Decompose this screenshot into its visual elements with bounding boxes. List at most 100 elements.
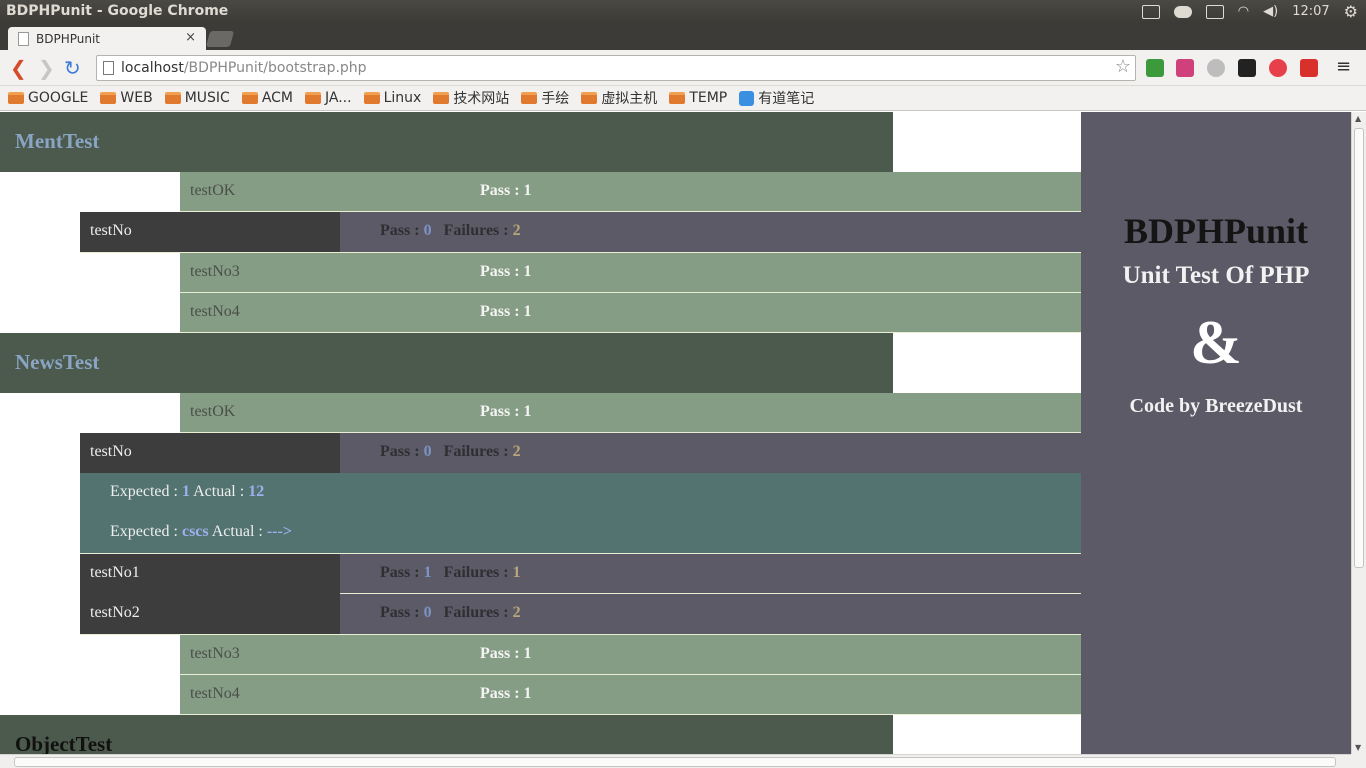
test-name: testNo4 [190,303,240,320]
failures-label: Failures : [443,564,513,581]
address-bar[interactable]: localhost/BDPHPunit/bootstrap.php ☆ [96,55,1136,81]
test-row-fail: testNo Pass : 0 Failures : 2 [80,212,1081,253]
scroll-thumb[interactable] [1354,128,1364,568]
bookmark-label: WEB [120,90,153,106]
extension-icon[interactable] [1146,59,1164,77]
new-tab-button[interactable] [205,31,235,47]
bookmark-label: MUSIC [184,90,230,106]
page-content: MentTest testOK Pass : 1 testNo Pass : 0… [0,112,1351,754]
bookmark-label: JA... [325,90,352,106]
tab-strip: BDPHPunit × [0,24,1366,51]
bookmark-folder[interactable]: JA... [305,90,352,106]
horizontal-scrollbar[interactable] [0,754,1351,768]
tab-bdphpunit[interactable]: BDPHPunit × [8,27,206,51]
test-row-fail: testNo1 Pass : 1 Failures : 1 [80,553,1081,594]
failure-count: 1 [512,564,521,581]
test-row-pass: testOK Pass : 1 [180,172,1081,212]
battery-icon[interactable] [1205,4,1224,19]
suite-title: NewsTest [15,350,100,374]
bookmark-label: 虚拟主机 [601,91,658,107]
test-status: Pass : 1 [480,403,532,420]
scroll-down-icon[interactable]: ▼ [1355,743,1361,752]
test-status: Pass : 1 [480,645,532,662]
bookmark-label: 有道笔记 [758,91,815,107]
keyboard-icon[interactable] [1141,4,1160,19]
cloud-icon[interactable] [1173,5,1192,18]
test-name: testNo4 [190,685,240,702]
note-icon [739,90,755,106]
forward-icon[interactable]: ❯ [38,56,55,80]
pass-label: Pass : [380,443,424,460]
test-row-pass: testNo4 Pass : 1 [180,293,1081,333]
test-name: testNo1 [80,554,340,594]
bookmark-youdao[interactable]: 有道笔记 [739,88,814,108]
expected-value: 1 [181,483,190,500]
test-row-pass: testNo3 Pass : 1 [180,253,1081,293]
pass-count: 0 [423,443,432,460]
folder-icon [164,92,181,104]
author-credit: Code by BreezeDust [1129,395,1303,417]
assertion-line: Expected : 1 Actual : 12 [110,473,1081,513]
bookmark-folder[interactable]: WEB [100,90,153,106]
test-row-pass: testOK Pass : 1 [180,393,1081,433]
bookmark-label: 手绘 [541,91,570,107]
bookmark-folder[interactable]: Linux [363,90,421,106]
folder-icon [669,92,686,104]
vertical-scrollbar[interactable]: ▲ ▼ [1351,112,1366,754]
scroll-up-icon[interactable]: ▲ [1355,114,1361,123]
test-name: testOK [190,403,236,420]
suite-title: MentTest [15,129,100,153]
test-status: Pass : 0 Failures : 2 [380,222,521,240]
back-icon[interactable]: ❮ [10,56,27,80]
bookmark-folder[interactable]: 手绘 [521,88,569,108]
volume-icon[interactable]: ◀) [1263,4,1278,19]
test-status: Pass : 1 [480,263,532,280]
failures-label: Failures : [443,604,513,621]
globe-icon[interactable] [1207,59,1225,77]
tv-icon[interactable] [1238,59,1256,77]
clock[interactable]: 12:07 [1292,4,1329,19]
ampersand: & [1190,309,1242,377]
pass-label: Pass : [380,222,424,239]
extension-icon[interactable] [1269,59,1287,77]
pass-count: 0 [423,222,432,239]
suite-title: ObjectTest [15,732,113,754]
folder-icon [241,92,258,104]
browser-toolbar: ❮ ❯ ↻ localhost/BDPHPunit/bootstrap.php … [0,50,1366,86]
extension-icon[interactable] [1176,59,1194,77]
scroll-thumb[interactable] [14,757,1336,767]
actual-label: Actual : [189,483,249,500]
fe-icon[interactable] [1300,59,1318,77]
test-name: testNo2 [80,594,340,634]
failures-label: Failures : [443,222,513,239]
bookmark-folder[interactable]: GOOGLE [8,90,88,106]
failure-detail: Expected : 1 Actual : 12 Expected : cscs… [80,473,1081,553]
bookmark-folder[interactable]: 虚拟主机 [581,88,657,108]
gear-icon[interactable]: ⚙ [1344,2,1358,21]
test-row-fail: testNo Pass : 0 Failures : 2 [80,433,1081,473]
star-icon[interactable]: ☆ [1115,56,1131,77]
actual-value: ---> [266,523,292,540]
expected-value: cscs [181,523,209,540]
test-status: Pass : 0 Failures : 2 [380,443,521,461]
test-status: Pass : 1 [480,685,532,702]
wifi-icon[interactable]: ◠ [1238,4,1249,19]
bookmark-label: 技术网站 [453,91,510,107]
bookmark-folder[interactable]: MUSIC [164,90,230,106]
suite-header: NewsTest [0,333,893,393]
assertion-line: Expected : cscs Actual : ---> [110,513,1081,553]
folder-icon [433,92,450,104]
close-icon[interactable]: × [185,30,196,45]
reload-icon[interactable]: ↻ [64,56,81,80]
bookmark-folder[interactable]: ACM [241,90,293,106]
menu-icon[interactable]: ≡ [1336,56,1351,77]
folder-icon [8,92,24,104]
expected-label: Expected : [110,483,182,500]
test-status: Pass : 1 [480,303,532,320]
test-name: testOK [190,182,236,199]
test-name: testNo [80,212,340,252]
suite-header: MentTest [0,112,893,172]
bookmark-folder[interactable]: 技术网站 [433,88,509,108]
bookmark-folder[interactable]: TEMP [669,90,727,106]
page-icon [103,61,114,75]
